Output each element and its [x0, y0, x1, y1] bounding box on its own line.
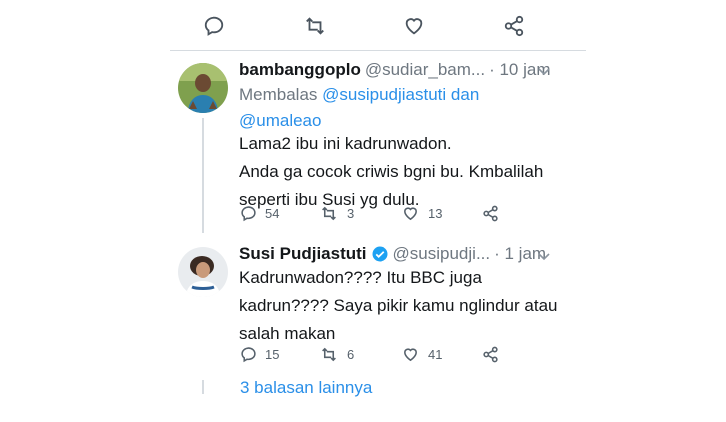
reply-to: Membalas @susipudjiastuti dan @umaleao — [239, 82, 499, 134]
retweet-icon — [319, 346, 339, 363]
reply-and: dan — [446, 85, 480, 104]
thread-line — [202, 380, 204, 394]
like-count: 41 — [428, 347, 443, 362]
avatar[interactable] — [178, 247, 228, 297]
more-replies-link[interactable]: 3 balasan lainnya — [240, 378, 372, 398]
tweet-text: Lama2 ibu ini kadrunwadon. Anda ga cocok… — [239, 130, 579, 214]
like-button[interactable]: 41 — [401, 346, 442, 363]
tweet-text-line: salah makan — [239, 324, 336, 343]
author-handle[interactable]: @susipudji... — [393, 244, 491, 264]
tweet-header: bambanggoplo @sudiar_bam... · 10 jam — [239, 60, 551, 80]
reply-icon — [240, 346, 257, 363]
tweet-text: Kadrunwadon???? Itu BBC juga kadrun???? … — [239, 264, 579, 348]
reply-count: 15 — [265, 347, 280, 362]
tweet-header: Susi Pudjiastuti @susipudji... · 1 jam — [239, 244, 546, 264]
mention-link[interactable]: @susipudjiastuti — [322, 85, 446, 104]
author-name[interactable]: bambanggoplo — [239, 60, 361, 80]
tweet-text-line: Lama2 ibu ini kadrunwadon. — [239, 134, 452, 153]
divider — [170, 50, 586, 51]
like-count: 13 — [428, 206, 443, 221]
retweet-count: 3 — [347, 206, 355, 221]
share-icon — [482, 205, 499, 222]
chevron-down-icon[interactable] — [537, 64, 551, 83]
like-icon — [401, 346, 420, 363]
retweet-icon — [319, 205, 339, 222]
avatar[interactable] — [178, 63, 228, 113]
retweet-button[interactable]: 3 — [319, 205, 354, 222]
mention-link[interactable]: @umaleao — [239, 111, 321, 130]
tweet-text-line: Anda ga cocok criwis bgni bu. Kmbalilah — [239, 162, 544, 181]
like-icon — [401, 205, 420, 222]
like-button[interactable]: 13 — [401, 205, 442, 222]
thread-line — [202, 118, 204, 233]
reply-button[interactable]: 54 — [240, 205, 279, 222]
author-handle[interactable]: @sudiar_bam... — [365, 60, 485, 80]
like-icon[interactable] — [402, 15, 426, 37]
reply-prefix: Membalas — [239, 85, 323, 104]
author-name[interactable]: Susi Pudjiastuti — [239, 244, 367, 264]
share-button[interactable] — [482, 205, 499, 222]
share-icon[interactable] — [503, 15, 525, 37]
tweet-text-line: Kadrunwadon???? Itu BBC juga — [239, 268, 482, 287]
reply-count: 54 — [265, 206, 280, 221]
retweet-icon[interactable] — [303, 15, 327, 37]
retweet-button[interactable]: 6 — [319, 346, 354, 363]
share-icon — [482, 346, 499, 363]
retweet-count: 6 — [347, 347, 355, 362]
reply-icon[interactable] — [203, 15, 225, 37]
reply-button[interactable]: 15 — [240, 346, 279, 363]
reply-icon — [240, 205, 257, 222]
tweet-text-line: kadrun???? Saya pikir kamu nglindur atau — [239, 296, 558, 315]
share-button[interactable] — [482, 346, 499, 363]
verified-badge-icon — [371, 245, 389, 263]
previous-tweet-actions — [0, 0, 726, 50]
